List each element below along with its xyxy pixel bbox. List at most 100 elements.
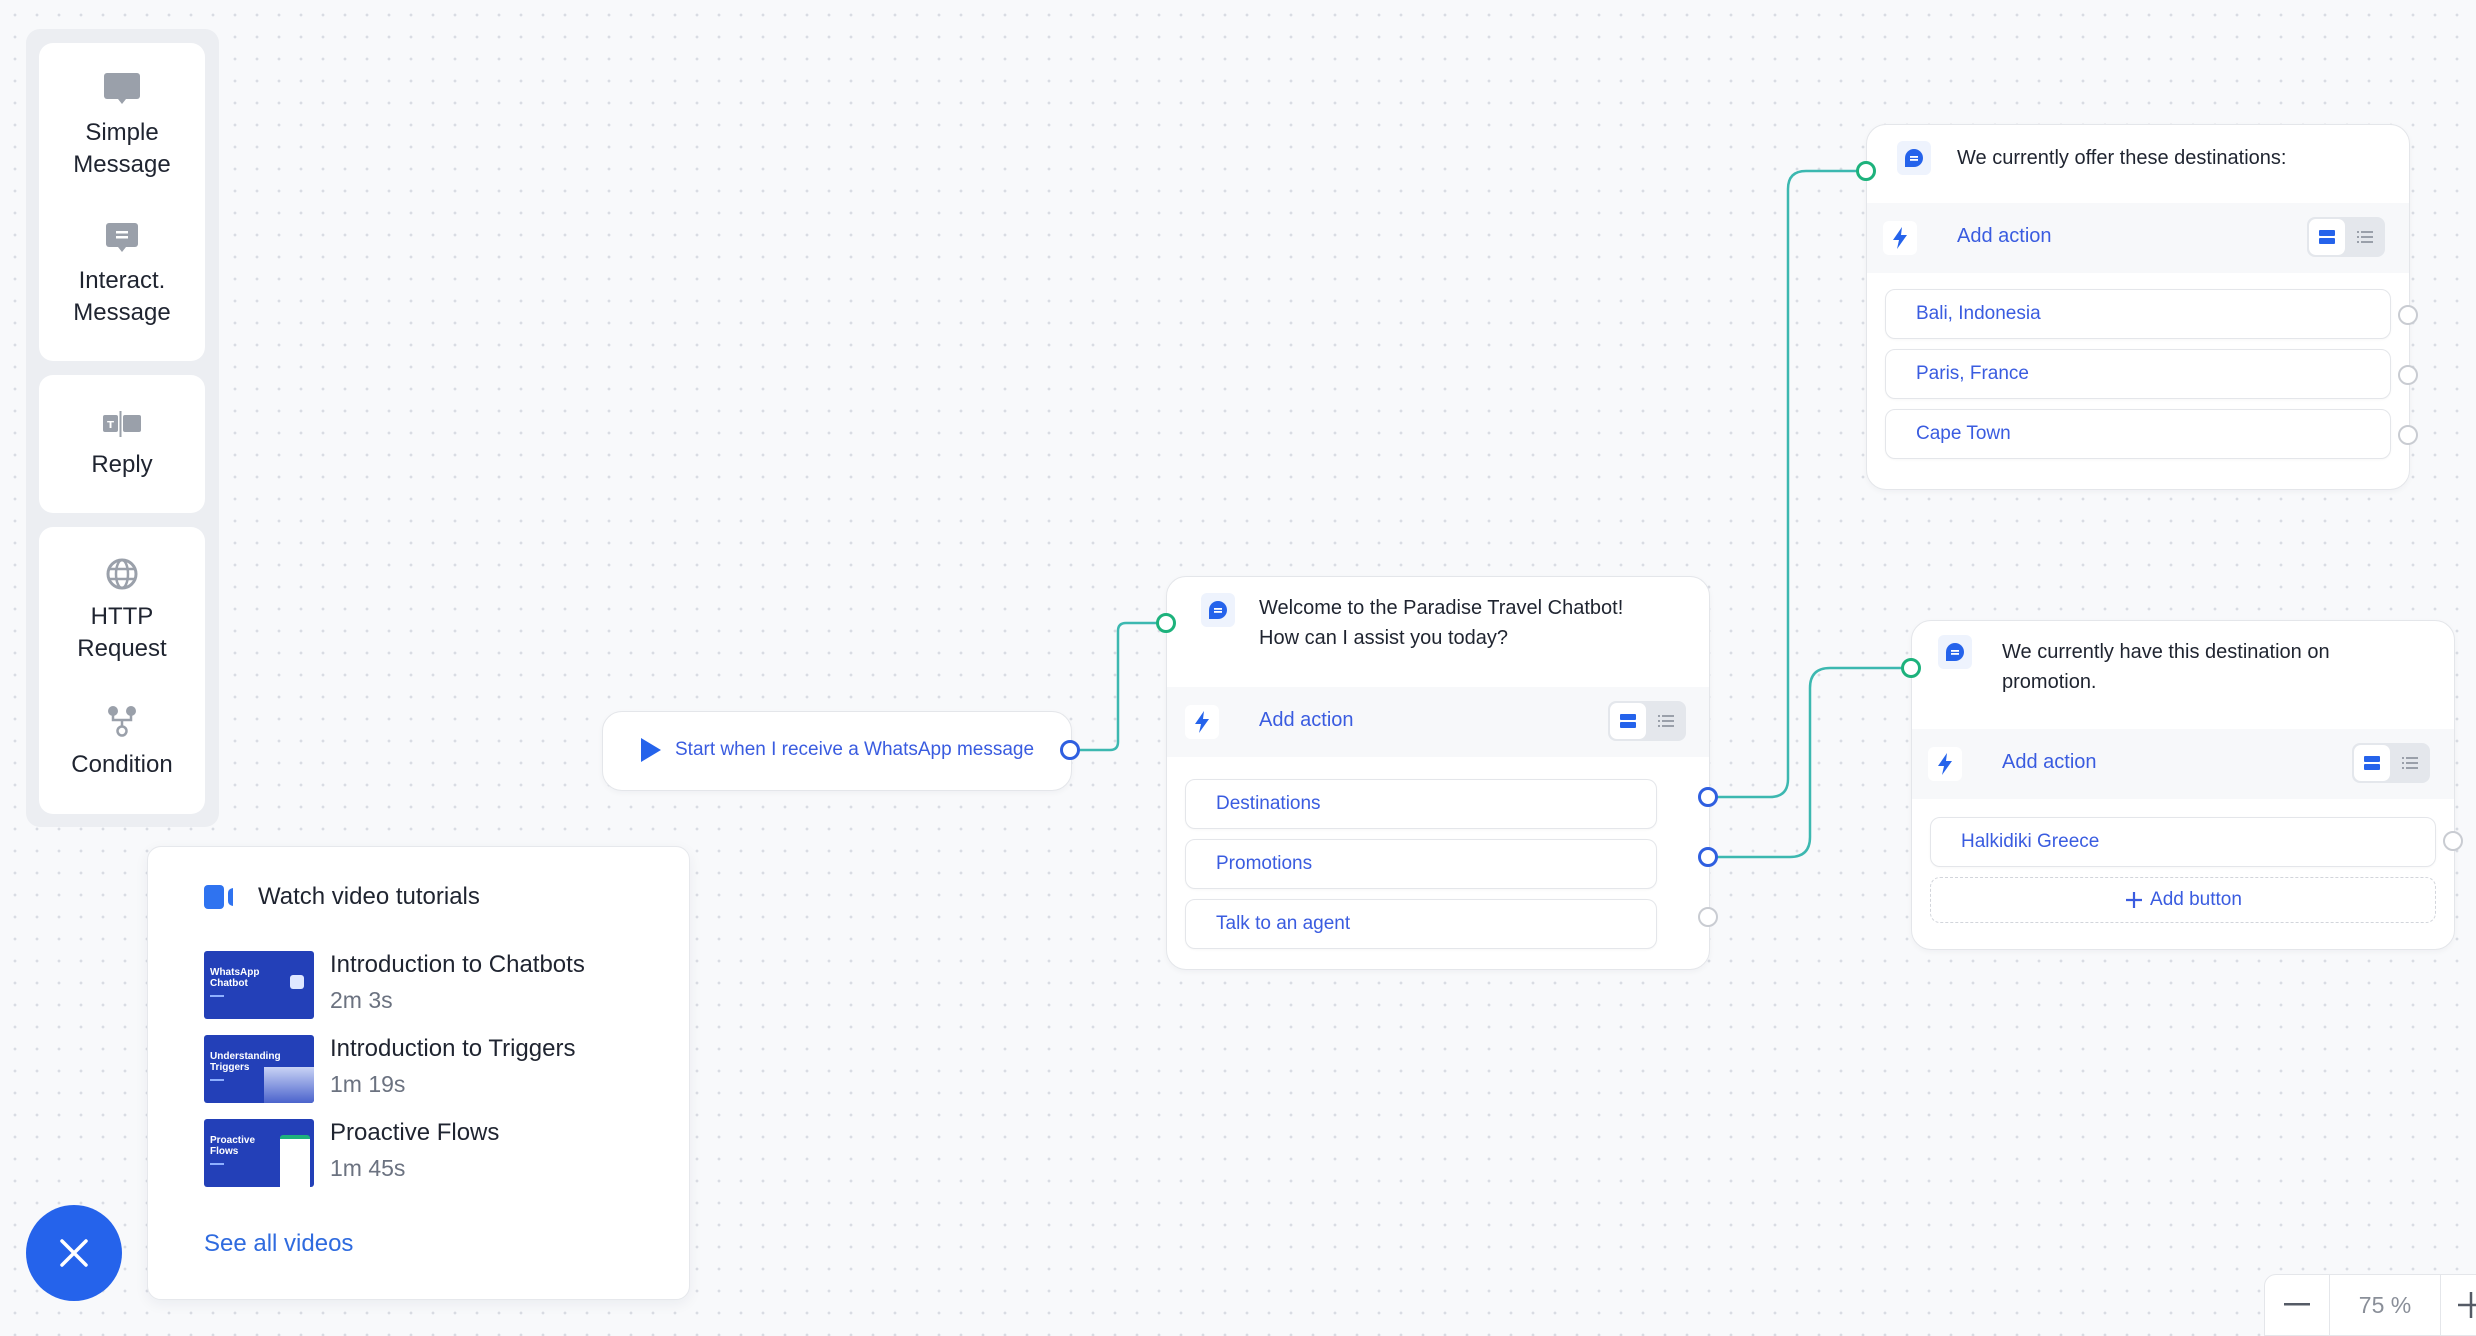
list-layout-option[interactable] — [2347, 219, 2383, 255]
buttons-layout-option[interactable] — [2354, 745, 2390, 781]
see-all-videos-link[interactable]: See all videos — [204, 1230, 353, 1258]
stacked-rows-icon — [2319, 230, 2335, 244]
list-layout-option[interactable] — [2392, 745, 2428, 781]
action-row: Add action — [1167, 687, 1709, 757]
add-action-button[interactable]: Add action — [1957, 225, 2052, 248]
plus-icon — [2458, 1292, 2476, 1318]
reply-button-label: Bali, Indonesia — [1916, 303, 2041, 324]
reply-button-label: Destinations — [1216, 793, 1321, 814]
halkidiki-output-port[interactable] — [2443, 831, 2463, 851]
paris-output-port[interactable] — [2398, 365, 2418, 385]
action-row: Add action — [1912, 729, 2454, 799]
palette-item-reply[interactable]: T Reply — [39, 411, 205, 481]
zoom-out-button[interactable] — [2265, 1275, 2329, 1335]
reply-button-option[interactable]: Cape Town — [1885, 409, 2391, 459]
layout-toggle — [2307, 217, 2385, 257]
robot-icon — [290, 975, 304, 989]
reply-button-option[interactable]: Destinations — [1185, 779, 1657, 829]
reply-button-label: Cape Town — [1916, 423, 2011, 444]
palette-item-label: Simple Message — [73, 119, 171, 178]
palette-item-simple-message[interactable]: Simple Message — [39, 71, 205, 181]
zoom-level: 75 % — [2329, 1275, 2441, 1335]
message-bubble-icon — [1897, 141, 1931, 175]
buttons-layout-option[interactable] — [2309, 219, 2345, 255]
palette-item-label: Reply — [91, 451, 153, 478]
play-icon — [641, 738, 661, 762]
node-palette: Simple Message Interact. Message T Reply — [26, 29, 219, 827]
video-item[interactable]: Understanding Triggers Introduction to T… — [204, 1035, 664, 1103]
palette-group-reply: T Reply — [39, 375, 205, 513]
message-text-line: How can I assist you today? — [1259, 627, 1509, 649]
bali-output-port[interactable] — [2398, 305, 2418, 325]
message-node-destinations[interactable]: We currently offer these destinations: A… — [1866, 124, 2410, 490]
palette-group-logic: HTTP Request Condition — [39, 527, 205, 814]
palette-item-label: HTTP Request — [77, 603, 167, 662]
connector-start-to-welcome — [1070, 621, 1166, 752]
message-node-promotion[interactable]: We currently have this destination on pr… — [1911, 620, 2455, 950]
buttons-layout-option[interactable] — [1610, 703, 1646, 739]
add-action-button[interactable]: Add action — [1259, 709, 1354, 732]
message-text-line: Welcome to the Paradise Travel Chatbot! — [1259, 597, 1624, 619]
bolt-icon — [1928, 747, 1962, 781]
stacked-rows-icon — [2364, 756, 2380, 770]
add-button-label: Add button — [2150, 889, 2242, 910]
reply-button-label: Paris, France — [1916, 363, 2029, 384]
reply-button-option[interactable]: Promotions — [1185, 839, 1657, 889]
message-bubble-icon — [1201, 593, 1235, 627]
palette-item-http-request[interactable]: HTTP Request — [39, 557, 205, 665]
plus-icon — [2126, 892, 2143, 908]
video-duration: 1m 45s — [330, 1155, 406, 1181]
video-item[interactable]: WhatsApp Chatbot Introduction to Chatbot… — [204, 951, 664, 1019]
cape-town-output-port[interactable] — [2398, 425, 2418, 445]
video-item[interactable]: Proactive Flows Proactive Flows 1m 45s — [204, 1119, 664, 1187]
palette-item-label: Interact. Message — [73, 267, 171, 326]
reply-button-option[interactable]: Bali, Indonesia — [1885, 289, 2391, 339]
promotion-input-port[interactable] — [1901, 658, 1921, 678]
add-button[interactable]: Add button — [1930, 877, 2436, 923]
welcome-input-port[interactable] — [1156, 613, 1176, 633]
video-tutorials-card: Watch video tutorials WhatsApp Chatbot I… — [147, 846, 690, 1300]
palette-item-interactive-message[interactable]: Interact. Message — [39, 221, 205, 329]
add-action-button[interactable]: Add action — [2002, 751, 2097, 774]
reply-button-option[interactable]: Talk to an agent — [1185, 899, 1657, 949]
reply-button-option[interactable]: Halkidiki Greece — [1930, 817, 2436, 867]
connector-promotions — [1708, 666, 1911, 859]
simple-message-icon — [104, 73, 140, 104]
connector-destinations — [1708, 169, 1866, 799]
video-duration: 2m 3s — [330, 987, 393, 1013]
list-icon — [2402, 757, 2418, 769]
message-node-welcome[interactable]: Welcome to the Paradise Travel Chatbot! … — [1166, 576, 1710, 970]
palette-group-messages: Simple Message Interact. Message — [39, 43, 205, 361]
close-icon — [60, 1239, 88, 1267]
video-title: Introduction to Triggers — [330, 1035, 576, 1062]
tutorials-header: Watch video tutorials — [204, 883, 480, 911]
message-bubble-icon — [1938, 635, 1972, 669]
globe-icon — [106, 558, 138, 590]
reply-icon: T — [103, 411, 141, 437]
video-thumbnail: WhatsApp Chatbot — [204, 951, 314, 1019]
video-thumbnail: Proactive Flows — [204, 1119, 314, 1187]
close-tutorials-button[interactable] — [26, 1205, 122, 1301]
bolt-icon — [1883, 221, 1917, 255]
destinations-input-port[interactable] — [1856, 161, 1876, 181]
condition-branch-icon — [108, 706, 136, 737]
thumbnail-text: Proactive Flows — [210, 1135, 256, 1157]
zoom-in-button[interactable] — [2439, 1275, 2476, 1335]
trigger-node-start[interactable]: Start when I receive a WhatsApp message — [602, 711, 1072, 791]
list-layout-option[interactable] — [1648, 703, 1684, 739]
destinations-output-port[interactable] — [1698, 787, 1718, 807]
agent-output-port[interactable] — [1698, 907, 1718, 927]
video-camera-icon — [204, 885, 233, 909]
palette-item-label: Condition — [71, 751, 173, 778]
video-title: Proactive Flows — [330, 1119, 500, 1146]
minus-icon — [2284, 1303, 2310, 1306]
trigger-label: Start when I receive a WhatsApp message — [675, 739, 1035, 760]
trigger-output-port[interactable] — [1060, 740, 1080, 760]
palette-item-condition[interactable]: Condition — [39, 705, 205, 781]
video-duration: 1m 19s — [330, 1071, 406, 1097]
promotions-output-port[interactable] — [1698, 847, 1718, 867]
reply-button-label: Promotions — [1216, 853, 1313, 874]
reply-button-option[interactable]: Paris, France — [1885, 349, 2391, 399]
message-text-line: promotion. — [2002, 671, 2097, 693]
reply-button-label: Talk to an agent — [1216, 913, 1351, 934]
